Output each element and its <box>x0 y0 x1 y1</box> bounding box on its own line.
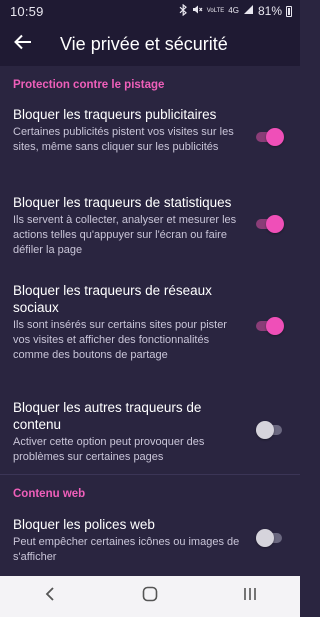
setting-description: Ils servent à collecter, analyser et mes… <box>13 214 237 256</box>
app-bar: Vie privée et sécurité <box>0 22 300 66</box>
page-title: Vie privée et sécurité <box>60 33 228 54</box>
nav-home-button[interactable] <box>120 576 180 617</box>
setting-description: Activer cette option peut provoquer des … <box>13 436 205 463</box>
toggle-analytics-trackers[interactable] <box>256 215 284 233</box>
bluetooth-icon <box>179 3 188 19</box>
toggle-web-fonts[interactable] <box>256 529 284 547</box>
setting-title: Bloquer les autres traqueurs de contenu <box>13 400 202 432</box>
setting-item-web-fonts[interactable]: Bloquer les polices web Peut empêcher ce… <box>0 516 300 565</box>
nav-back-button[interactable] <box>20 576 80 617</box>
section-header-web-content: Contenu web <box>13 488 86 500</box>
battery-icon <box>286 5 292 17</box>
recents-nav-icon <box>243 587 257 606</box>
setting-title: Bloquer les traqueurs de statistiques <box>13 195 232 210</box>
setting-title: Bloquer les traqueurs publicitaires <box>13 107 217 122</box>
setting-description: Ils sont insérés sur certains sites pour… <box>13 319 227 361</box>
volte-icon: VoLTE <box>206 8 225 14</box>
arrow-left-icon <box>14 34 32 55</box>
status-bar: 10:59 VoLTE 4G 81% <box>0 0 300 22</box>
setting-item-social-trackers[interactable]: Bloquer les traqueurs de réseaux sociaux… <box>0 282 300 363</box>
setting-item-analytics-trackers[interactable]: Bloquer les traqueurs de statistiques Il… <box>0 194 300 258</box>
home-nav-icon <box>142 586 158 607</box>
setting-title: Bloquer les polices web <box>13 517 155 532</box>
setting-item-content-trackers[interactable]: Bloquer les autres traqueurs de contenu … <box>0 399 300 465</box>
system-nav-bar <box>0 576 300 617</box>
lte-icon: 4G <box>228 6 239 15</box>
setting-description: Peut empêcher certaines icônes ou images… <box>13 536 240 563</box>
back-button[interactable] <box>0 22 46 66</box>
section-divider <box>0 474 300 475</box>
toggle-ad-trackers[interactable] <box>256 128 284 146</box>
nav-recents-button[interactable] <box>220 576 280 617</box>
toggle-content-trackers[interactable] <box>256 421 284 439</box>
status-time: 10:59 <box>10 3 44 19</box>
signal-icon <box>243 4 254 18</box>
setting-description: Certaines publicités pistent vos visites… <box>13 126 234 153</box>
status-icons: VoLTE 4G 81% <box>179 3 292 19</box>
mute-icon <box>192 4 203 18</box>
battery-percent: 81% <box>257 4 282 18</box>
back-nav-icon <box>45 587 55 606</box>
setting-item-ad-trackers[interactable]: Bloquer les traqueurs publicitaires Cert… <box>0 106 300 155</box>
toggle-social-trackers[interactable] <box>256 317 284 335</box>
settings-list[interactable]: Protection contre le pistage Bloquer les… <box>0 66 300 576</box>
section-header-tracking: Protection contre le pistage <box>13 79 165 91</box>
setting-title: Bloquer les traqueurs de réseaux sociaux <box>13 283 212 315</box>
